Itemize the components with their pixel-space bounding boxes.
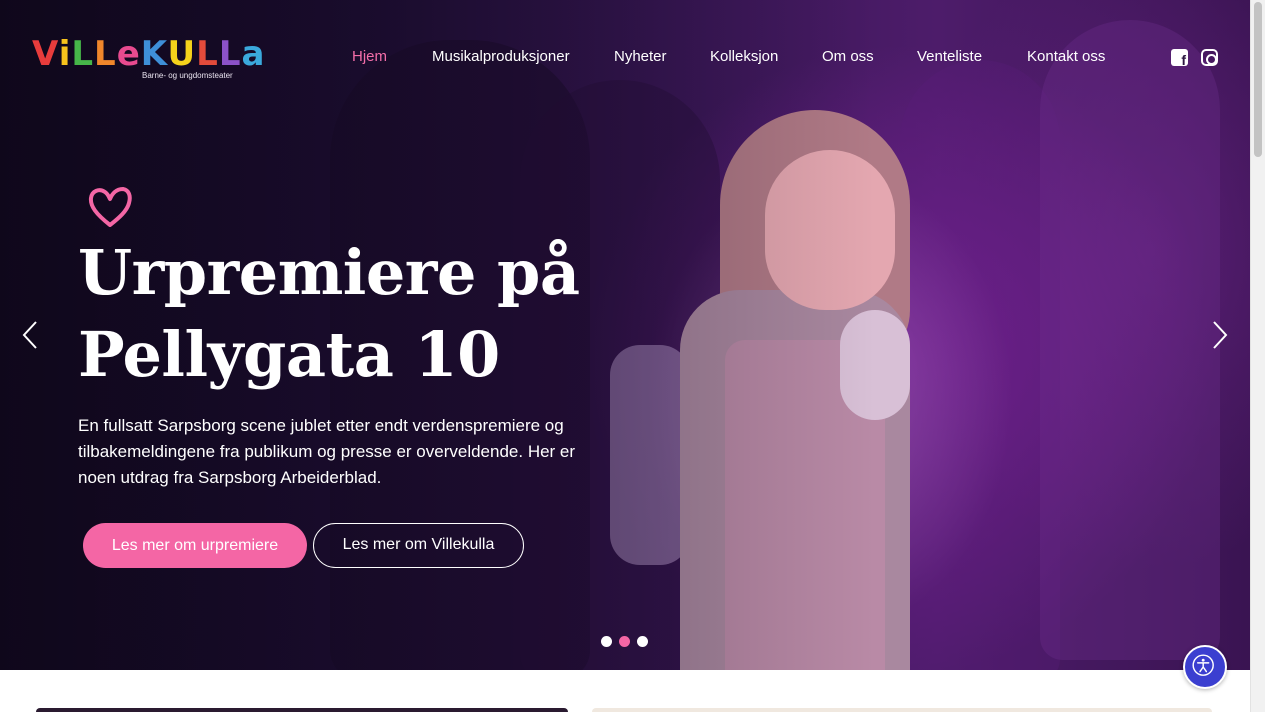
logo-letter: U — [167, 34, 197, 74]
logo-letter: L — [196, 34, 219, 74]
logo-letter: L — [218, 34, 242, 74]
logo-letter: L — [71, 34, 95, 74]
hero-title: Urpremiere på Pellygata 10 — [78, 232, 598, 396]
hero-title-line-2: Pellygata 10 — [78, 318, 500, 391]
site-logo[interactable]: ViLLeKULLa Barne- og ungdomsteater — [32, 34, 264, 84]
logo-letter: K — [140, 34, 168, 74]
nav-item-hjem[interactable]: Hjem — [352, 48, 387, 65]
accessibility-icon — [1192, 654, 1214, 676]
nav-item-musikalproduksjoner[interactable]: Musikalproduksjoner — [432, 48, 570, 65]
content-card — [592, 708, 1212, 712]
instagram-icon[interactable] — [1201, 49, 1218, 66]
slider-dot[interactable] — [637, 636, 648, 647]
read-more-villekulla-button[interactable]: Les mer om Villekulla — [313, 523, 524, 568]
read-more-premiere-button[interactable]: Les mer om urpremiere — [83, 523, 307, 568]
content-section — [0, 670, 1250, 712]
logo-letter: V — [32, 34, 59, 74]
nav-item-kontakt-oss[interactable]: Kontakt oss — [1027, 48, 1105, 65]
nav-item-om-oss[interactable]: Om oss — [822, 48, 874, 65]
nav-item-kolleksjon[interactable]: Kolleksjon — [710, 48, 778, 65]
nav-item-venteliste[interactable]: Venteliste — [917, 48, 982, 65]
scrollbar[interactable] — [1250, 0, 1265, 712]
content-card — [36, 708, 568, 712]
hero-title-line-1: Urpremiere på — [78, 236, 580, 309]
hero-slider: ViLLeKULLa Barne- og ungdomsteater Hjem … — [0, 0, 1250, 670]
logo-letter: a — [241, 34, 266, 74]
slider-dot[interactable] — [601, 636, 612, 647]
logo-tagline: Barne- og ungdomsteater — [142, 71, 233, 80]
accessibility-button[interactable] — [1183, 645, 1227, 689]
logo-letter: e — [116, 34, 141, 74]
hero-description: En fullsatt Sarpsborg scene jublet etter… — [78, 416, 576, 487]
logo-letter: L — [94, 34, 117, 74]
nav-item-nyheter[interactable]: Nyheter — [614, 48, 667, 65]
logo-letter: i — [58, 34, 72, 74]
scrollbar-thumb[interactable] — [1254, 2, 1262, 157]
heart-icon — [88, 187, 132, 227]
logo-wordmark: ViLLeKULLa — [32, 34, 264, 74]
slider-dot[interactable] — [619, 636, 630, 647]
facebook-icon[interactable]: f — [1171, 49, 1188, 67]
chevron-right-icon[interactable] — [1204, 318, 1234, 352]
chevron-left-icon[interactable] — [16, 318, 46, 352]
